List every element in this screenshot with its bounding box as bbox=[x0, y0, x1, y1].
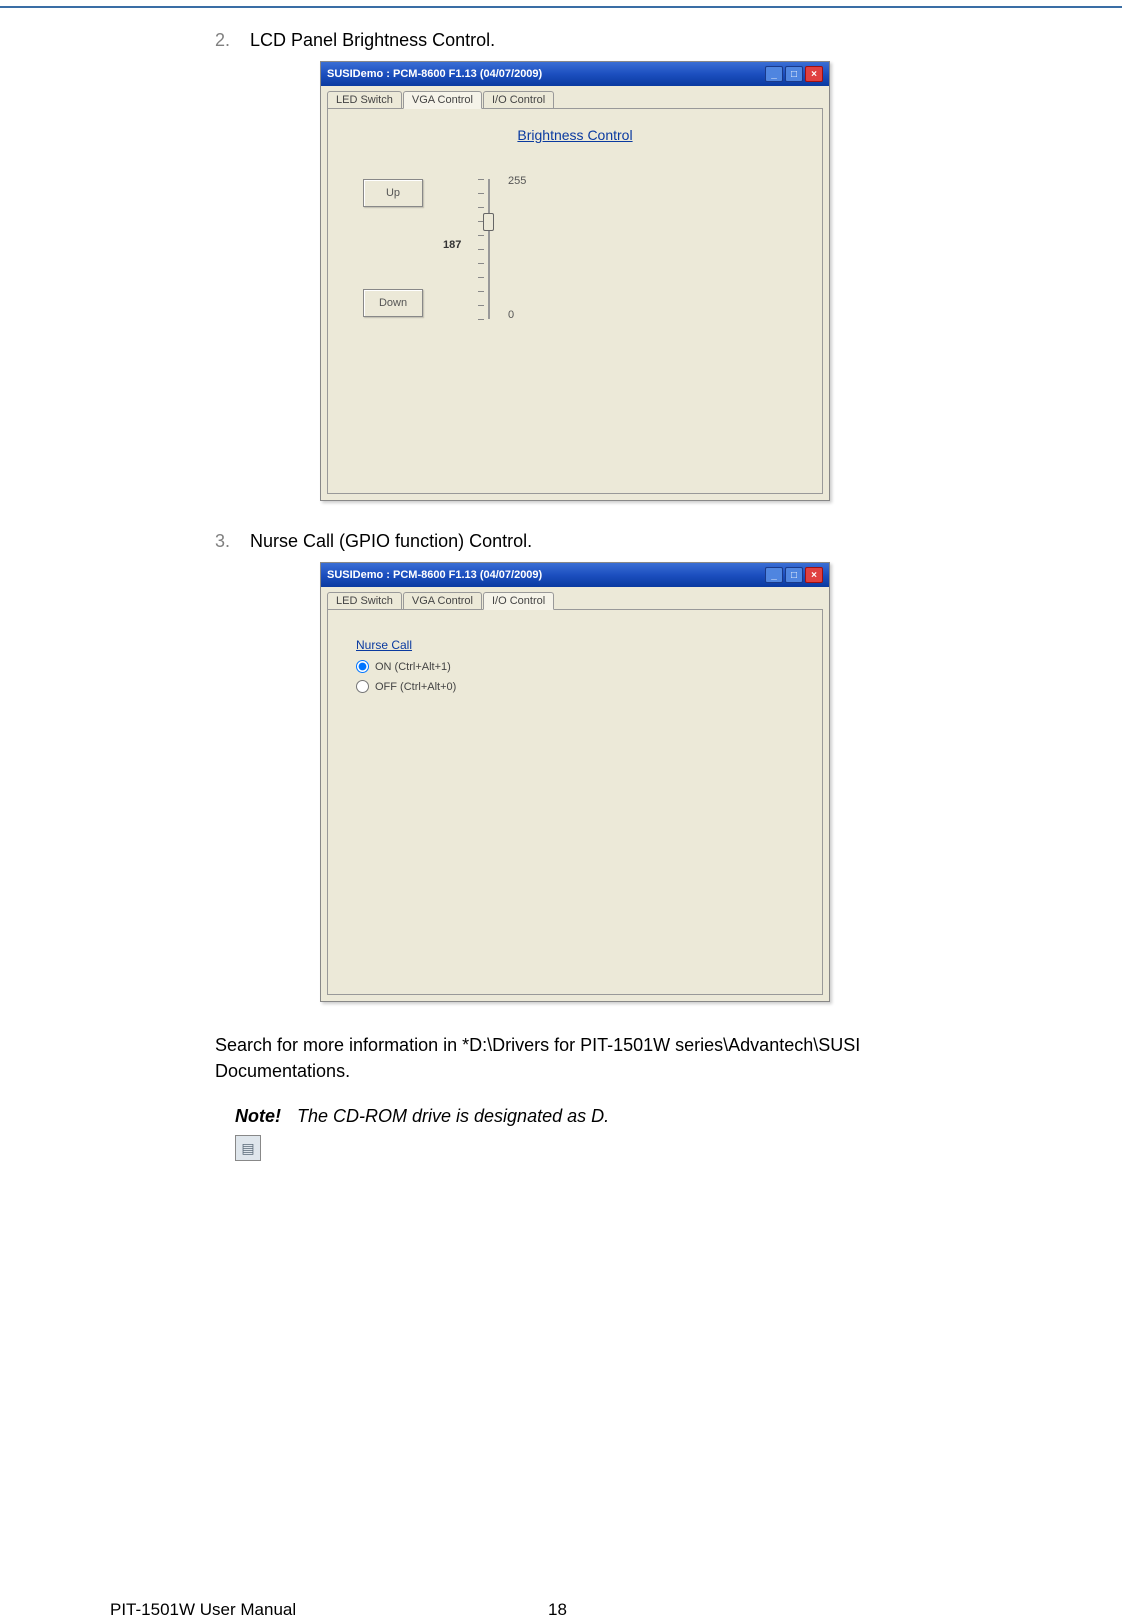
radio-on[interactable]: ON (Ctrl+Alt+1) bbox=[356, 660, 451, 673]
minimize-icon[interactable]: _ bbox=[765, 66, 783, 82]
slider-ticks bbox=[478, 179, 486, 319]
radio-off-label: OFF (Ctrl+Alt+0) bbox=[375, 681, 456, 693]
list-item-2: 2. LCD Panel Brightness Control. bbox=[215, 30, 1122, 51]
slider-current-label: 187 bbox=[443, 239, 461, 251]
radio-off-input[interactable] bbox=[356, 680, 369, 693]
titlebar: SUSIDemo : PCM-8600 F1.13 (04/07/2009) _… bbox=[321, 563, 829, 587]
window-buttons: _ □ × bbox=[765, 567, 823, 583]
maximize-icon[interactable]: □ bbox=[785, 567, 803, 583]
tab-bar: LED Switch VGA Control I/O Control bbox=[327, 591, 823, 609]
tab-panel: Nurse Call ON (Ctrl+Alt+1) OFF (Ctrl+Alt… bbox=[327, 609, 823, 995]
tab-vga-control[interactable]: VGA Control bbox=[403, 91, 482, 109]
page-top-border bbox=[0, 0, 1122, 8]
radio-on-label: ON (Ctrl+Alt+1) bbox=[375, 661, 451, 673]
window-buttons: _ □ × bbox=[765, 66, 823, 82]
tab-bar: LED Switch VGA Control I/O Control bbox=[327, 90, 823, 108]
tab-vga-control[interactable]: VGA Control bbox=[403, 592, 482, 610]
brightness-heading: Brightness Control bbox=[517, 127, 632, 143]
slider-max-label: 255 bbox=[508, 175, 526, 187]
close-icon[interactable]: × bbox=[805, 567, 823, 583]
window-title: SUSIDemo : PCM-8600 F1.13 (04/07/2009) bbox=[327, 68, 765, 80]
titlebar: SUSIDemo : PCM-8600 F1.13 (04/07/2009) _… bbox=[321, 62, 829, 86]
list-item-3: 3. Nurse Call (GPIO function) Control. bbox=[215, 531, 1122, 552]
footer-manual-title: PIT-1501W User Manual bbox=[110, 1600, 296, 1620]
note-block: Note! The CD-ROM drive is designated as … bbox=[235, 1106, 1122, 1127]
tab-io-control[interactable]: I/O Control bbox=[483, 592, 554, 610]
brightness-slider-thumb[interactable] bbox=[483, 213, 494, 231]
radio-on-input[interactable] bbox=[356, 660, 369, 673]
list-number: 3. bbox=[215, 531, 245, 552]
notepad-icon: ▤ bbox=[235, 1135, 261, 1161]
tab-led-switch[interactable]: LED Switch bbox=[327, 91, 402, 109]
minimize-icon[interactable]: _ bbox=[765, 567, 783, 583]
info-paragraph: Search for more information in *D:\Drive… bbox=[215, 1032, 915, 1084]
nurse-call-heading: Nurse Call bbox=[356, 638, 412, 652]
list-number: 2. bbox=[215, 30, 245, 51]
screenshot-brightness-window: SUSIDemo : PCM-8600 F1.13 (04/07/2009) _… bbox=[320, 61, 830, 501]
note-text: The CD-ROM drive is designated as D. bbox=[297, 1106, 609, 1127]
slider-min-label: 0 bbox=[508, 309, 514, 321]
close-icon[interactable]: × bbox=[805, 66, 823, 82]
radio-off[interactable]: OFF (Ctrl+Alt+0) bbox=[356, 680, 456, 693]
screenshot-nursecall-window: SUSIDemo : PCM-8600 F1.13 (04/07/2009) _… bbox=[320, 562, 830, 1002]
maximize-icon[interactable]: □ bbox=[785, 66, 803, 82]
up-button[interactable]: Up bbox=[363, 179, 423, 207]
tab-io-control[interactable]: I/O Control bbox=[483, 91, 554, 109]
down-button[interactable]: Down bbox=[363, 289, 423, 317]
note-label: Note! bbox=[235, 1106, 281, 1127]
page-content: 2. LCD Panel Brightness Control. SUSIDem… bbox=[0, 30, 1122, 1161]
tab-led-switch[interactable]: LED Switch bbox=[327, 592, 402, 610]
footer-page-number: 18 bbox=[548, 1600, 567, 1620]
list-text: Nurse Call (GPIO function) Control. bbox=[250, 531, 532, 551]
brightness-slider-track bbox=[488, 179, 490, 319]
tab-panel: Brightness Control Up Down 255 187 0 bbox=[327, 108, 823, 494]
window-title: SUSIDemo : PCM-8600 F1.13 (04/07/2009) bbox=[327, 569, 765, 581]
list-text: LCD Panel Brightness Control. bbox=[250, 30, 495, 50]
